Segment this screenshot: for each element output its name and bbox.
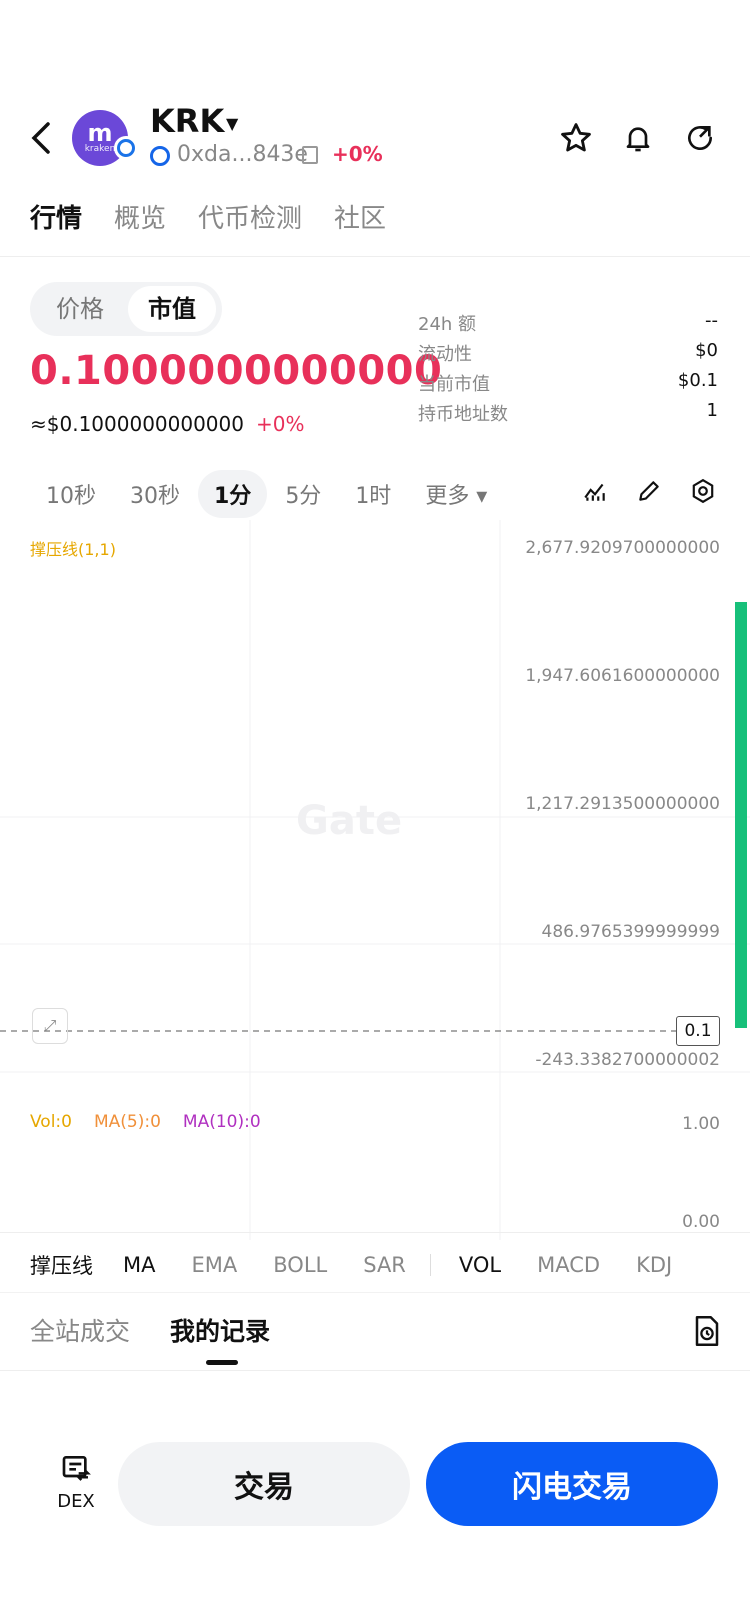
separator [429,1254,431,1276]
gate-watermark: Gate [296,798,403,844]
stat-volume: 24h 额 -- [418,310,718,335]
indicator-ma[interactable]: MA [123,1253,155,1277]
stats-panel: 24h 额 -- 流动性 $0 当前市值 $0.1 持币地址数 1 [418,310,718,430]
chain-badge-icon [114,136,138,160]
tab-market[interactable]: 行情 [30,198,82,235]
usd-price: ≈$0.1000000000000 [30,412,244,436]
interval-30s[interactable]: 30秒 [114,470,196,518]
settings-icon[interactable] [688,476,718,506]
copy-icon[interactable] [302,146,318,164]
flash-trade-button[interactable]: 闪电交易 [426,1442,718,1526]
divider [0,256,750,257]
interval-1m[interactable]: 1分 [198,470,268,518]
depth-bar [735,602,747,1028]
indicator-sr[interactable]: 撑压线 [30,1250,93,1280]
price-mcap-toggle[interactable]: 价格 市值 [30,282,222,336]
star-icon[interactable] [556,118,596,158]
current-price-tag: 0.1 [676,1016,720,1046]
ma5-label: MA(5):0 [93,1112,161,1132]
vol-y-tick: 0.00 [682,1212,720,1232]
dex-icon [46,1452,106,1491]
token-address: 0xda...843e [177,142,308,167]
dropdown-caret-icon[interactable]: ▼ [226,114,238,133]
trade-button[interactable]: 交易 [118,1442,410,1526]
share-icon[interactable] [680,118,720,158]
tab-underline [206,1360,238,1365]
tab-my-records[interactable]: 我的记录 [170,1312,270,1348]
back-button[interactable] [26,118,58,158]
vol-y-tick: 1.00 [682,1114,720,1134]
chart-indicator-label: 撑压线(1,1) [30,540,116,559]
history-icon[interactable] [692,1314,722,1352]
tab-all-trades[interactable]: 全站成交 [30,1312,130,1348]
interval-more[interactable]: 更多 ▾ [409,470,503,518]
toggle-mcap[interactable]: 市值 [128,286,216,332]
ma10-label: MA(10):0 [182,1112,261,1132]
usd-change: +0% [256,412,305,436]
volume-legend: Vol:0 MA(5):0 MA(10):0 [30,1112,261,1132]
token-symbol[interactable]: KRK [150,102,224,140]
y-tick: 1,947.6061600000000 [525,666,720,686]
indicator-macd[interactable]: MACD [537,1253,600,1277]
expand-icon[interactable]: ⤢ [32,1008,68,1044]
main-price: 0.1000000000000 [30,348,443,394]
divider [0,1292,750,1293]
divider [0,1232,750,1233]
header-change: +0% [332,142,383,166]
tab-community[interactable]: 社区 [334,198,386,235]
tab-overview[interactable]: 概览 [114,198,166,235]
stat-mcap: 当前市值 $0.1 [418,370,718,395]
dex-button[interactable]: DEX [46,1452,106,1512]
interval-tabs: 10秒 30秒 1分 5分 1时 更多 ▾ [30,470,505,518]
toggle-price[interactable]: 价格 [40,286,120,332]
stat-liquidity: 流动性 $0 [418,340,718,365]
dex-label: DEX [57,1491,95,1512]
indicator-ema[interactable]: EMA [191,1253,237,1277]
indicator-boll[interactable]: BOLL [273,1253,327,1277]
stat-holders: 持币地址数 1 [418,400,718,425]
interval-10s[interactable]: 10秒 [30,470,112,518]
divider [0,1370,750,1371]
y-tick: 1,217.2913500000000 [525,794,720,814]
indicator-bar: 撑压线 MA EMA BOLL SAR VOL MACD KDJ [30,1250,672,1280]
interval-5m[interactable]: 5分 [269,470,337,518]
bell-icon[interactable] [618,118,658,158]
vol-label: Vol:0 [30,1112,72,1132]
interval-1h[interactable]: 1时 [339,470,407,518]
y-tick: -243.3382700000002 [535,1050,720,1070]
indicator-sar[interactable]: SAR [363,1253,406,1277]
indicator-kdj[interactable]: KDJ [636,1253,672,1277]
indicator-vol[interactable]: VOL [459,1253,501,1277]
top-tabs: 行情 概览 代币检测 社区 [30,198,418,235]
tab-token-check[interactable]: 代币检测 [198,198,302,235]
verified-icon [150,146,170,166]
y-tick: 2,677.9209700000000 [525,538,720,558]
price-chart[interactable] [0,520,750,1240]
indicator-icon[interactable] [580,476,610,506]
draw-pencil-icon[interactable] [634,476,664,506]
y-tick: 486.9765399999999 [541,922,720,942]
